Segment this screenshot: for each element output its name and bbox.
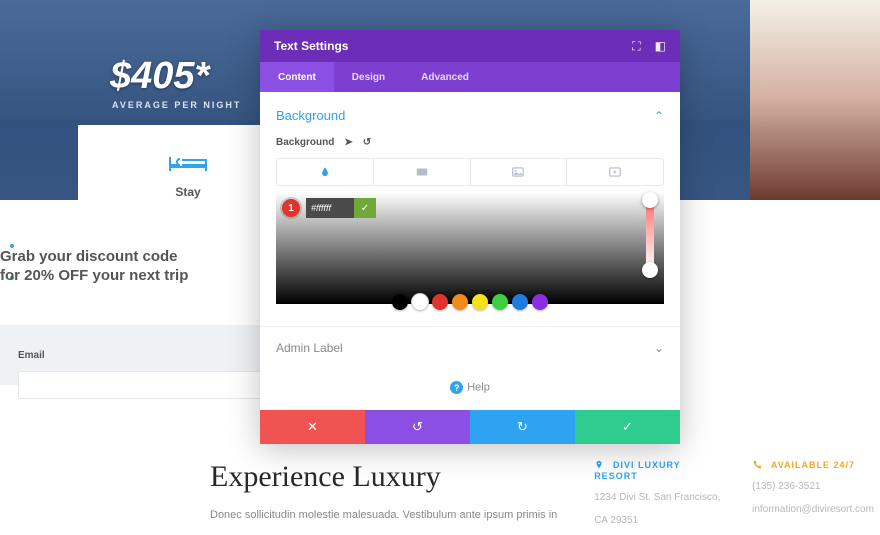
color-swatch[interactable] — [472, 294, 488, 310]
hue-handle[interactable] — [642, 192, 658, 208]
cancel-button[interactable]: ✕ — [260, 410, 365, 444]
callout-badge: 1 — [282, 199, 300, 217]
avail-email: information@diviresort.com — [752, 502, 880, 517]
background-label: Background — [276, 137, 334, 148]
hex-confirm-button[interactable]: ✓ — [354, 198, 376, 218]
price: $405* — [110, 55, 209, 98]
color-swatch[interactable] — [532, 294, 548, 310]
luxury-title: Experience Luxury — [210, 460, 564, 494]
chevron-down-icon: ⌄ — [654, 341, 664, 355]
text-settings-modal: Text Settings ⛶ ◧ Content Design Advance… — [260, 30, 680, 444]
alpha-handle[interactable] — [642, 262, 658, 278]
hue-slider[interactable] — [646, 198, 654, 270]
color-swatches — [276, 294, 664, 310]
discount-text: Grab your discount code for 20% OFF your… — [0, 248, 188, 286]
avail-phone: (135) 236-3521 — [752, 479, 880, 494]
redo-button[interactable]: ↻ — [470, 410, 575, 444]
tab-advanced[interactable]: Advanced — [403, 62, 487, 92]
expand-icon[interactable]: ⛶ — [632, 39, 640, 54]
stay-label: Stay — [175, 185, 200, 199]
phone-icon — [752, 460, 762, 470]
background-label-row: Background ➤ ↺ — [276, 137, 664, 148]
color-swatch[interactable] — [432, 294, 448, 310]
modal-body: Background ⌃ Background ➤ ↺ 1 ✓ — [260, 92, 680, 326]
price-subtitle: AVERAGE PER NIGHT — [112, 100, 241, 110]
color-picker: 1 ✓ — [276, 192, 664, 310]
resort-column: DIVI LUXURY RESORT 1234 Divi St. San Fra… — [594, 460, 722, 528]
bg-tab-image[interactable] — [471, 159, 568, 185]
resort-addr2: CA 29351 — [594, 513, 722, 528]
discount-line2: for 20% OFF your next trip — [0, 267, 188, 286]
modal-actions: ✕ ↺ ↻ ✓ — [260, 410, 680, 444]
bg-tab-gradient[interactable] — [374, 159, 471, 185]
color-swatch[interactable] — [492, 294, 508, 310]
help-label: Help — [467, 382, 490, 394]
background-type-tabs — [276, 158, 664, 186]
save-button[interactable]: ✓ — [575, 410, 680, 444]
bg-tab-color[interactable] — [277, 159, 374, 185]
cursor-icon[interactable]: ➤ — [344, 137, 352, 148]
pin-icon — [594, 460, 604, 470]
color-swatch[interactable] — [452, 294, 468, 310]
chevron-up-icon: ⌃ — [654, 109, 664, 123]
background-section-title: Background — [276, 108, 345, 123]
reset-icon[interactable]: ↺ — [363, 137, 371, 148]
bed-icon — [168, 155, 208, 175]
discount-line1: Grab your discount code — [0, 248, 188, 267]
luxury-body: Donec sollicitudin molestie malesuada. V… — [210, 506, 564, 525]
avail-heading: AVAILABLE 24/7 — [771, 460, 855, 470]
hero-image-room — [750, 0, 880, 200]
availability-column: AVAILABLE 24/7 (135) 236-3521 informatio… — [752, 460, 880, 528]
footer-row: Experience Luxury Donec sollicitudin mol… — [210, 460, 880, 528]
admin-label-title: Admin Label — [276, 341, 343, 355]
admin-label-section[interactable]: Admin Label ⌄ — [260, 326, 680, 369]
hex-input[interactable] — [306, 198, 354, 218]
help-row[interactable]: ? Help — [260, 369, 680, 410]
resort-heading: DIVI LUXURY RESORT — [594, 460, 680, 481]
modal-header[interactable]: Text Settings ⛶ ◧ — [260, 30, 680, 62]
modal-title: Text Settings — [274, 39, 618, 53]
tab-design[interactable]: Design — [334, 62, 403, 92]
color-swatch[interactable] — [512, 294, 528, 310]
resort-addr1: 1234 Divi St. San Francisco, — [594, 490, 722, 505]
tab-content[interactable]: Content — [260, 62, 334, 92]
modal-tabs: Content Design Advanced — [260, 62, 680, 92]
undo-button[interactable]: ↺ — [365, 410, 470, 444]
color-swatch[interactable] — [392, 294, 408, 310]
help-icon: ? — [450, 381, 463, 394]
background-section-header[interactable]: Background ⌃ — [276, 108, 664, 123]
color-swatch[interactable] — [412, 294, 428, 310]
snap-icon[interactable]: ◧ — [655, 39, 666, 53]
bg-tab-video[interactable] — [567, 159, 663, 185]
